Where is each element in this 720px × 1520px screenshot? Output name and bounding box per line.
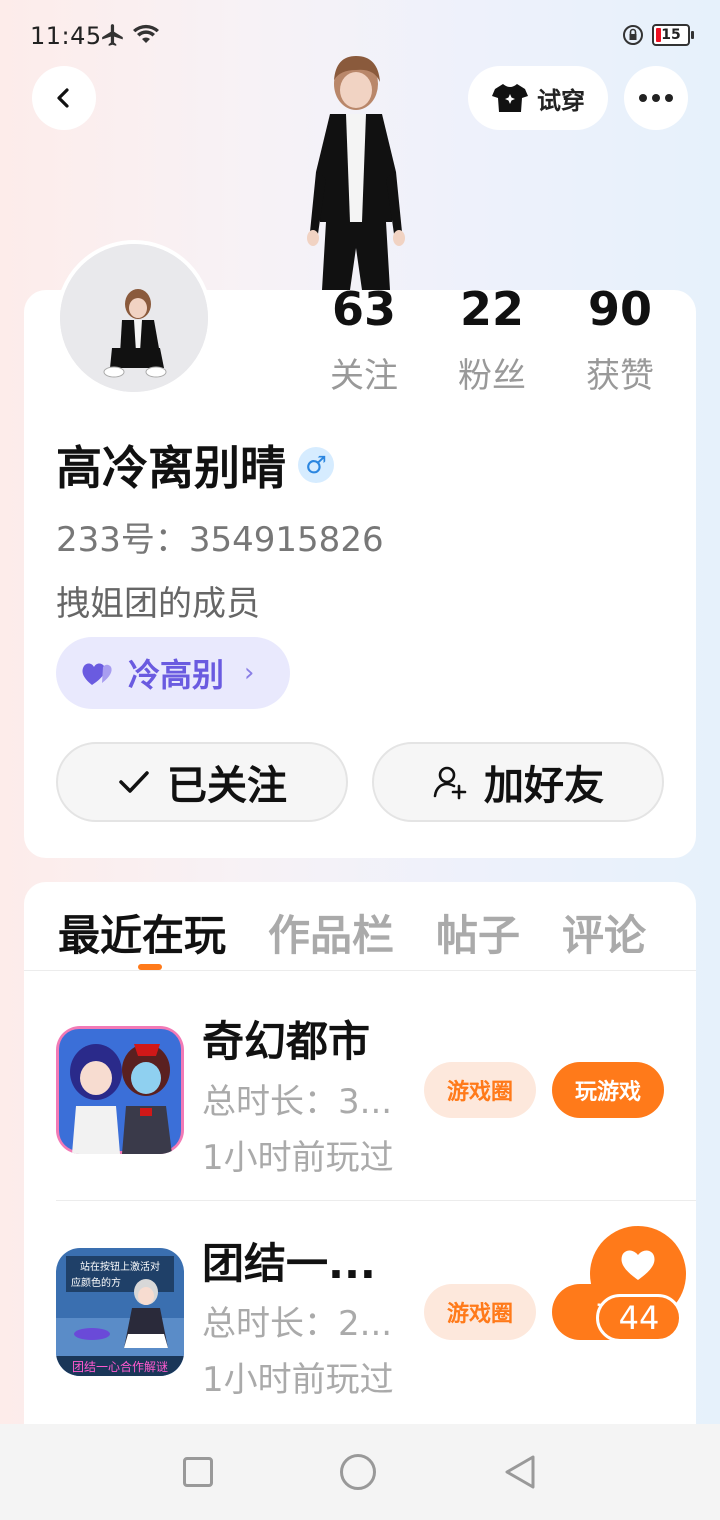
following-label: 已关注 [167, 763, 287, 809]
try-on-label: 试穿 [537, 86, 585, 115]
stat-label: 粉丝 [458, 356, 526, 396]
stat-following[interactable]: 63 关注 [304, 284, 424, 397]
rotation-lock-icon [623, 25, 643, 45]
character-figure [296, 52, 416, 292]
more-dot [639, 94, 647, 102]
divider [56, 1200, 696, 1201]
add-user-icon [433, 766, 467, 800]
stat-value: 63 [331, 282, 396, 336]
add-friend-button[interactable]: 加好友 [372, 742, 664, 822]
content-card: 最近在玩 作品栏 帖子 评论 奇幻都市 总时长：3... 1小时前玩过 游戏圈 [24, 882, 696, 1442]
more-dot [665, 94, 673, 102]
system-nav-bar [0, 1424, 720, 1520]
back-button[interactable] [32, 66, 96, 130]
battery-level: 15 [661, 27, 681, 43]
tab-posts[interactable]: 帖子 [436, 902, 520, 963]
avatar[interactable] [56, 240, 212, 396]
chevron-right-icon: › [244, 658, 255, 688]
double-heart-icon [82, 663, 112, 685]
name-row: 高冷离别晴 ♂ [56, 432, 334, 498]
game-title: 团结一... [202, 1239, 376, 1288]
avatar-image [60, 244, 208, 392]
stat-value: 22 [459, 282, 524, 336]
try-on-button[interactable]: 试穿 [468, 66, 608, 130]
game-circle-button[interactable]: 游戏圈 [424, 1062, 536, 1118]
stat-value: 90 [587, 282, 652, 336]
user-name: 高冷离别晴 [56, 441, 286, 495]
game-duration: 总时长：3... [202, 1082, 393, 1122]
play-game-button[interactable]: 玩游戏 [552, 1062, 664, 1118]
home-icon[interactable] [339, 1454, 376, 1490]
more-dot [652, 94, 660, 102]
add-friend-label: 加好友 [484, 763, 604, 809]
heart-icon [621, 1250, 655, 1280]
user-id: 233号：354915826 [56, 520, 384, 560]
status-time: 11:45 [30, 22, 102, 50]
divider [24, 970, 696, 971]
recent-apps-icon[interactable] [183, 1457, 214, 1487]
game-icon-banner: 团结一心合作解谜 [72, 1359, 168, 1374]
more-options-button[interactable] [624, 66, 688, 130]
cp-label: 冷高别 [128, 656, 225, 694]
airplane-icon [102, 24, 123, 46]
game-circle-button[interactable]: 游戏圈 [424, 1284, 536, 1340]
tab-bar: 最近在玩 作品栏 帖子 评论 [58, 902, 646, 963]
game-last-played: 1小时前玩过 [202, 1360, 394, 1400]
game-list-item[interactable]: 奇幻都市 总时长：3... 1小时前玩过 游戏圈 玩游戏 [56, 1002, 696, 1222]
stat-likes[interactable]: 90 获赞 [560, 284, 680, 397]
game-icon [56, 1026, 184, 1154]
male-icon: ♂ [298, 447, 334, 483]
check-icon [119, 771, 149, 793]
tshirt-icon [492, 84, 528, 112]
status-icons [100, 22, 160, 48]
tab-recently-played[interactable]: 最近在玩 [58, 902, 226, 963]
game-icon: 站在按钮上激活对 应颜色的方 团结一心合作解谜 [56, 1248, 184, 1376]
cp-relationship-chip[interactable]: 冷高别 › [56, 637, 290, 709]
tab-comments[interactable]: 评论 [562, 902, 646, 963]
user-bio: 拽姐团的成员 [56, 584, 260, 624]
game-last-played: 1小时前玩过 [202, 1138, 394, 1178]
like-count: 44 [596, 1294, 682, 1342]
back-triangle-icon[interactable] [503, 1454, 537, 1490]
stat-followers[interactable]: 22 粉丝 [432, 284, 552, 397]
stat-label: 关注 [330, 356, 398, 396]
chevron-left-icon [57, 88, 69, 108]
battery-indicator: 15 [652, 24, 694, 46]
following-button[interactable]: 已关注 [56, 742, 348, 822]
game-duration: 总时长：2... [202, 1304, 393, 1344]
stats-row: 63 关注 22 粉丝 90 获赞 [300, 284, 684, 397]
tab-works[interactable]: 作品栏 [268, 902, 394, 963]
game-title: 奇幻都市 [202, 1017, 371, 1066]
game-icon-text: 应颜色的方 [71, 1276, 121, 1289]
stat-label: 获赞 [586, 356, 654, 396]
wifi-icon [133, 24, 159, 43]
status-right: 15 [622, 24, 694, 46]
game-icon-text: 站在按钮上激活对 [80, 1260, 160, 1273]
